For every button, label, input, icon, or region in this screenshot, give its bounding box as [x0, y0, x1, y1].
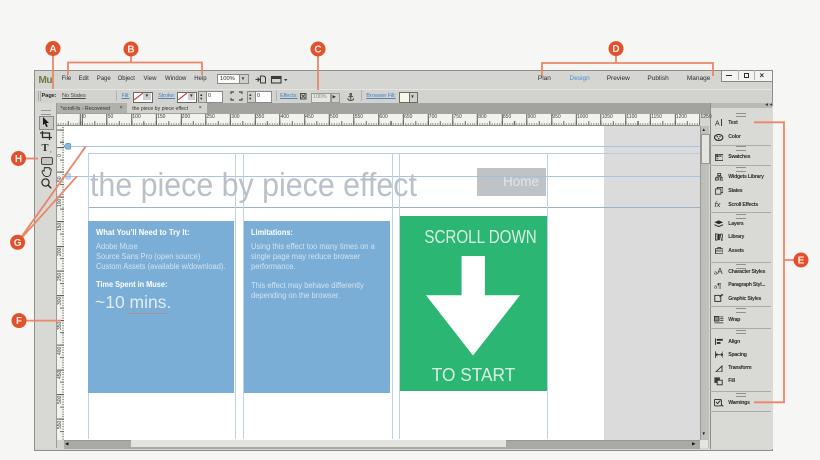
svg-text:G: G [14, 238, 22, 249]
svg-text:E: E [798, 256, 805, 267]
svg-text:A: A [49, 44, 56, 55]
svg-text:C: C [314, 45, 321, 56]
svg-text:D: D [612, 44, 619, 55]
svg-text:B: B [127, 45, 134, 56]
svg-text:H: H [15, 154, 22, 165]
svg-text:F: F [16, 316, 22, 327]
